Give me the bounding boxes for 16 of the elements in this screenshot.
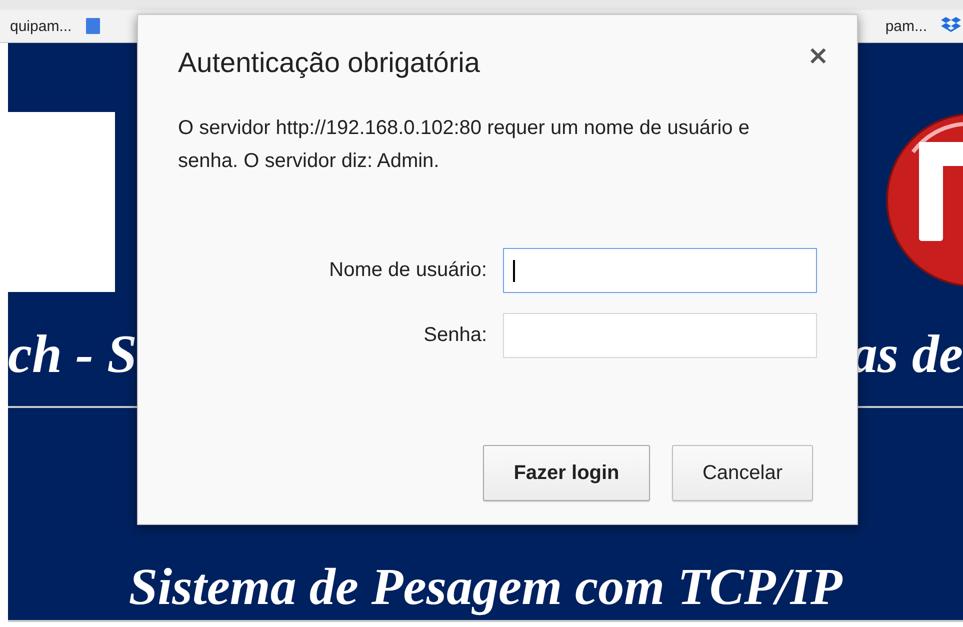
bookmark-link[interactable]: pam... bbox=[885, 18, 927, 34]
document-icon[interactable] bbox=[86, 18, 100, 34]
login-button[interactable]: Fazer login bbox=[483, 445, 650, 501]
logo-icon bbox=[883, 112, 963, 288]
close-button[interactable]: × bbox=[807, 45, 829, 67]
field-label: Nome de usuário: bbox=[328, 259, 487, 282]
dialog-message: O servidor http://192.168.0.102:80 requer um nome de usuário e senha. O servidor diz: Admin. bbox=[178, 116, 750, 174]
page-heading: ch - S bbox=[8, 323, 138, 386]
cancel-button[interactable]: Cancelar bbox=[672, 445, 813, 501]
field-label: Senha: bbox=[422, 324, 487, 347]
box-icon[interactable] bbox=[941, 17, 961, 35]
page-subtitle: Sistema de Pesagem com TCP/IP bbox=[128, 558, 842, 618]
input-field[interactable] bbox=[503, 248, 817, 293]
dialog-title: Autenticação obrigatória bbox=[178, 47, 480, 79]
input-field[interactable] bbox=[503, 313, 817, 358]
bookmark-link[interactable]: quipam... bbox=[10, 18, 72, 34]
